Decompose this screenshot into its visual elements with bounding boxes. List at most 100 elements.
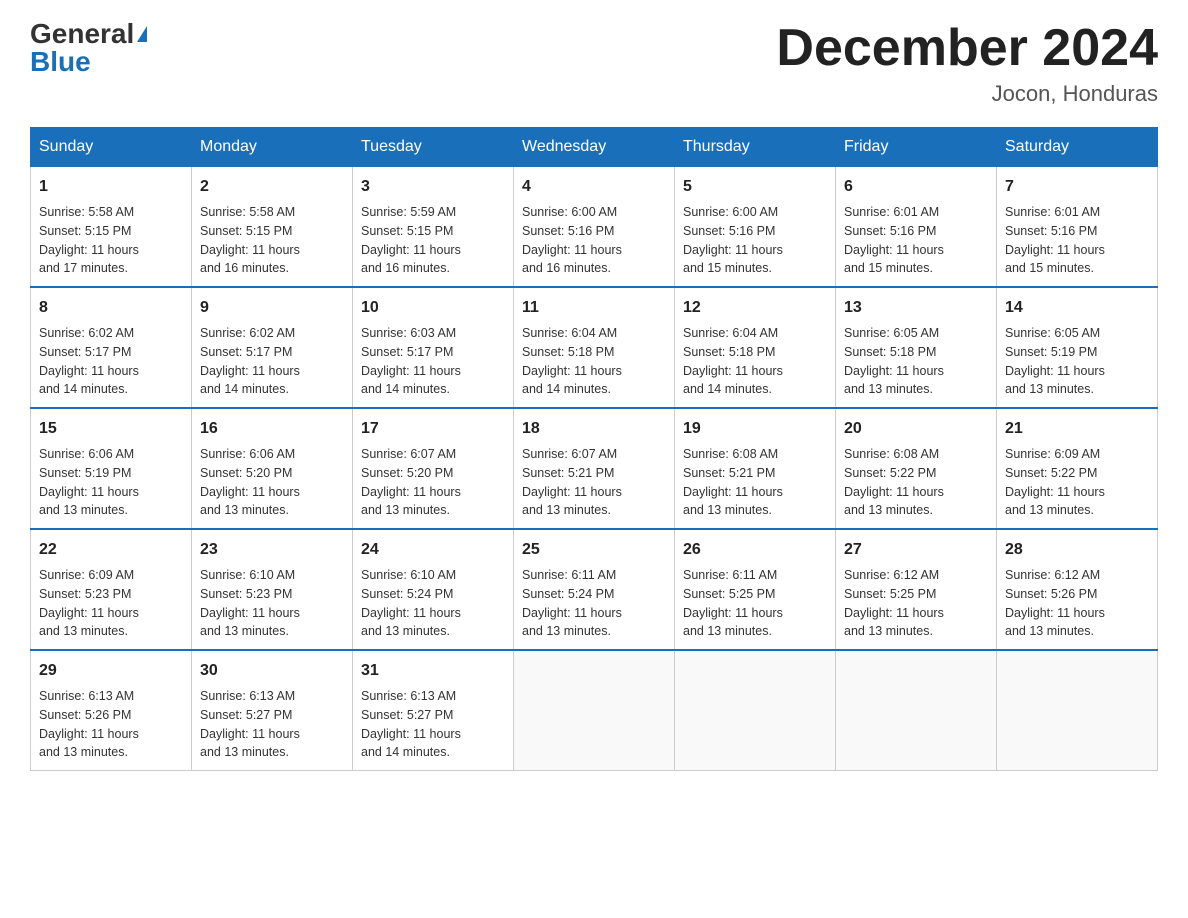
calendar-week-row: 29 Sunrise: 6:13 AMSunset: 5:26 PMDayligh… [31,650,1158,771]
day-number: 30 [200,659,344,683]
calendar-day-cell: 9Sunrise: 6:02 AMSunset: 5:17 PMDaylight… [192,287,353,408]
calendar-week-row: 8 Sunrise: 6:02 AMSunset: 5:17 PMDaylight… [31,287,1158,408]
calendar-week-row: 22Sunrise: 6:09 AMSunset: 5:23 PMDayligh… [31,529,1158,650]
header-saturday: Saturday [997,128,1158,167]
day-info: Sunrise: 6:05 AMSunset: 5:18 PMDaylight:… [844,324,988,399]
day-number: 14 [1005,296,1149,320]
day-number: 18 [522,417,666,441]
day-number: 31 [361,659,505,683]
location-label: Jocon, Honduras [776,81,1158,107]
calendar-day-cell: 18 Sunrise: 6:07 AMSunset: 5:21 PMDayligh… [514,408,675,529]
day-number: 2 [200,175,344,199]
calendar-table: SundayMondayTuesdayWednesdayThursdayFrid… [30,127,1158,771]
header-friday: Friday [836,128,997,167]
day-info: Sunrise: 6:02 AMSunset: 5:17 PMDaylight:… [39,324,183,399]
day-info: Sunrise: 5:58 AMSunset: 5:15 PMDaylight:… [200,203,344,278]
calendar-day-cell: 6 Sunrise: 6:01 AMSunset: 5:16 PMDaylight… [836,167,997,288]
day-number: 19 [683,417,827,441]
empty-cell [836,650,997,771]
calendar-week-row: 15Sunrise: 6:06 AMSunset: 5:19 PMDayligh… [31,408,1158,529]
day-info: Sunrise: 6:10 AMSunset: 5:24 PMDaylight:… [361,566,505,641]
logo-general-text: General [30,20,134,48]
calendar-day-cell: 19Sunrise: 6:08 AMSunset: 5:21 PMDayligh… [675,408,836,529]
day-number: 13 [844,296,988,320]
calendar-day-cell: 11Sunrise: 6:04 AMSunset: 5:18 PMDayligh… [514,287,675,408]
day-number: 27 [844,538,988,562]
month-title: December 2024 [776,20,1158,77]
day-number: 10 [361,296,505,320]
day-number: 7 [1005,175,1149,199]
day-info: Sunrise: 6:11 AMSunset: 5:24 PMDaylight:… [522,566,666,641]
calendar-day-cell: 3Sunrise: 5:59 AMSunset: 5:15 PMDaylight… [353,167,514,288]
day-info: Sunrise: 6:10 AMSunset: 5:23 PMDaylight:… [200,566,344,641]
day-info: Sunrise: 6:12 AMSunset: 5:26 PMDaylight:… [1005,566,1149,641]
calendar-day-cell: 25 Sunrise: 6:11 AMSunset: 5:24 PMDayligh… [514,529,675,650]
day-info: Sunrise: 6:07 AMSunset: 5:21 PMDaylight:… [522,445,666,520]
calendar-day-cell: 1Sunrise: 5:58 AMSunset: 5:15 PMDaylight… [31,167,192,288]
day-number: 17 [361,417,505,441]
calendar-day-cell: 2 Sunrise: 5:58 AMSunset: 5:15 PMDaylight… [192,167,353,288]
day-number: 21 [1005,417,1149,441]
day-info: Sunrise: 5:59 AMSunset: 5:15 PMDaylight:… [361,203,505,278]
day-number: 9 [200,296,344,320]
calendar-day-cell: 30 Sunrise: 6:13 AMSunset: 5:27 PMDayligh… [192,650,353,771]
day-info: Sunrise: 6:00 AMSunset: 5:16 PMDaylight:… [522,203,666,278]
day-info: Sunrise: 6:06 AMSunset: 5:19 PMDaylight:… [39,445,183,520]
calendar-day-cell: 31 Sunrise: 6:13 AMSunset: 5:27 PMDayligh… [353,650,514,771]
calendar-day-cell: 20 Sunrise: 6:08 AMSunset: 5:22 PMDayligh… [836,408,997,529]
calendar-day-cell: 21 Sunrise: 6:09 AMSunset: 5:22 PMDayligh… [997,408,1158,529]
day-number: 26 [683,538,827,562]
calendar-day-cell: 7 Sunrise: 6:01 AMSunset: 5:16 PMDaylight… [997,167,1158,288]
header-monday: Monday [192,128,353,167]
calendar-day-cell: 4 Sunrise: 6:00 AMSunset: 5:16 PMDaylight… [514,167,675,288]
day-number: 28 [1005,538,1149,562]
empty-cell [997,650,1158,771]
day-number: 25 [522,538,666,562]
page-header: General Blue December 2024 Jocon, Hondur… [30,20,1158,107]
day-number: 24 [361,538,505,562]
logo-triangle-icon [137,26,147,42]
day-info: Sunrise: 6:08 AMSunset: 5:22 PMDaylight:… [844,445,988,520]
day-number: 23 [200,538,344,562]
empty-cell [514,650,675,771]
day-info: Sunrise: 6:13 AMSunset: 5:27 PMDaylight:… [200,687,344,762]
calendar-body: 1 Sunrise: 5:58 AMSunset: 5:15 PMDaylight… [31,167,1158,771]
day-number: 20 [844,417,988,441]
day-info: Sunrise: 6:12 AMSunset: 5:25 PMDaylight:… [844,566,988,641]
calendar-day-cell: 10 Sunrise: 6:03 AMSunset: 5:17 PMDayligh… [353,287,514,408]
logo-blue-text: Blue [30,48,91,76]
calendar-day-cell: 14 Sunrise: 6:05 AMSunset: 5:19 PMDayligh… [997,287,1158,408]
day-number: 16 [200,417,344,441]
day-info: Sunrise: 6:05 AMSunset: 5:19 PMDaylight:… [1005,324,1149,399]
day-number: 1 [39,175,183,199]
day-info: Sunrise: 6:00 AMSunset: 5:16 PMDaylight:… [683,203,827,278]
day-number: 6 [844,175,988,199]
calendar-week-row: 1 Sunrise: 5:58 AMSunset: 5:15 PMDaylight… [31,167,1158,288]
empty-cell [675,650,836,771]
calendar-day-cell: 15Sunrise: 6:06 AMSunset: 5:19 PMDayligh… [31,408,192,529]
day-info: Sunrise: 6:04 AMSunset: 5:18 PMDaylight:… [522,324,666,399]
calendar-day-cell: 8 Sunrise: 6:02 AMSunset: 5:17 PMDaylight… [31,287,192,408]
day-info: Sunrise: 6:04 AMSunset: 5:18 PMDaylight:… [683,324,827,399]
calendar-day-cell: 24 Sunrise: 6:10 AMSunset: 5:24 PMDayligh… [353,529,514,650]
calendar-header-row: SundayMondayTuesdayWednesdayThursdayFrid… [31,128,1158,167]
day-number: 8 [39,296,183,320]
day-number: 5 [683,175,827,199]
day-info: Sunrise: 6:03 AMSunset: 5:17 PMDaylight:… [361,324,505,399]
day-info: Sunrise: 6:13 AMSunset: 5:26 PMDaylight:… [39,687,183,762]
day-info: Sunrise: 6:06 AMSunset: 5:20 PMDaylight:… [200,445,344,520]
calendar-day-cell: 26Sunrise: 6:11 AMSunset: 5:25 PMDayligh… [675,529,836,650]
calendar-day-cell: 12Sunrise: 6:04 AMSunset: 5:18 PMDayligh… [675,287,836,408]
day-info: Sunrise: 6:01 AMSunset: 5:16 PMDaylight:… [844,203,988,278]
day-info: Sunrise: 6:13 AMSunset: 5:27 PMDaylight:… [361,687,505,762]
day-number: 29 [39,659,183,683]
header-sunday: Sunday [31,128,192,167]
day-info: Sunrise: 6:09 AMSunset: 5:22 PMDaylight:… [1005,445,1149,520]
day-info: Sunrise: 6:07 AMSunset: 5:20 PMDaylight:… [361,445,505,520]
calendar-day-cell: 13 Sunrise: 6:05 AMSunset: 5:18 PMDayligh… [836,287,997,408]
day-number: 22 [39,538,183,562]
calendar-day-cell: 5 Sunrise: 6:00 AMSunset: 5:16 PMDaylight… [675,167,836,288]
title-section: December 2024 Jocon, Honduras [776,20,1158,107]
day-info: Sunrise: 6:01 AMSunset: 5:16 PMDaylight:… [1005,203,1149,278]
day-number: 4 [522,175,666,199]
